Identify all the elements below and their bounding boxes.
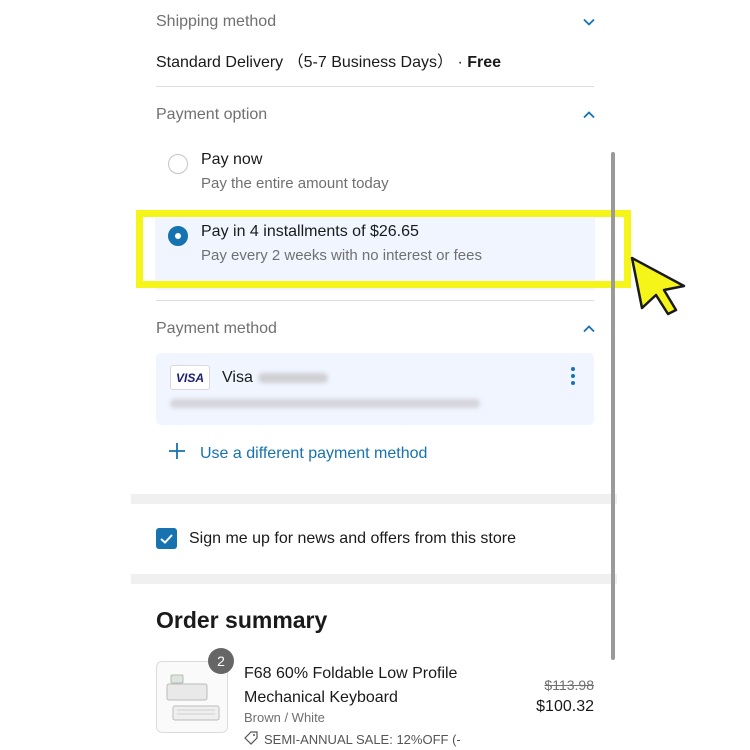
shipping-method-title: Shipping method <box>156 13 277 30</box>
chevron-down-icon[interactable] <box>582 15 596 29</box>
payment-option-title: Payment option <box>156 106 268 123</box>
section-separator <box>131 574 617 584</box>
card-brand: Visa <box>222 369 253 386</box>
more-options-icon[interactable] <box>570 367 576 385</box>
pay-now-subtitle: Pay the entire amount today <box>201 175 389 192</box>
newsletter-label: Sign me up for news and offers from this… <box>189 529 516 547</box>
redacted-card-number <box>258 373 328 383</box>
product-name: F68 60% Foldable Low Profile Mechanical … <box>244 665 458 706</box>
scrollbar[interactable] <box>611 152 615 660</box>
add-payment-method-label: Use a different payment method <box>200 444 428 462</box>
plus-icon <box>168 442 186 465</box>
payment-option-header[interactable]: Payment option <box>156 106 596 124</box>
discount-label: SEMI-ANNUAL SALE: 12%OFF (- <box>264 732 461 747</box>
shipping-price: Free <box>467 54 502 71</box>
chevron-up-icon[interactable] <box>582 108 596 122</box>
newsletter-checkbox[interactable] <box>156 528 177 549</box>
shipping-method-header[interactable]: Shipping method <box>156 13 596 31</box>
order-summary-title: Order summary <box>156 607 328 633</box>
original-price: $113.98 <box>544 677 594 693</box>
shipping-method-line: Standard Delivery （5-7 Business Days） · … <box>156 48 501 72</box>
pay-now-radio[interactable] <box>168 154 188 174</box>
checkout-page: Shipping method Standard Delivery （5-7 B… <box>0 0 750 750</box>
redacted-card-details <box>170 399 480 408</box>
quantity-badge: 2 <box>208 648 234 674</box>
shipping-separator: · <box>453 54 468 71</box>
newsletter-optin[interactable]: Sign me up for news and offers from this… <box>156 528 516 549</box>
payment-method-header[interactable]: Payment method <box>156 320 596 338</box>
shipping-method-name: Standard Delivery （5-7 Business Days） <box>156 54 454 71</box>
visa-logo-icon: VISA <box>170 365 210 390</box>
product-variant: Brown / White <box>244 710 325 725</box>
tag-icon <box>244 731 258 748</box>
divider <box>156 300 594 301</box>
discount-line: SEMI-ANNUAL SALE: 12%OFF (- <box>244 731 461 748</box>
pointer-cursor-icon <box>630 256 686 316</box>
section-separator <box>131 494 617 504</box>
highlight-box <box>136 210 631 288</box>
divider <box>156 86 594 87</box>
chevron-up-icon[interactable] <box>582 322 596 336</box>
add-payment-method-link[interactable]: Use a different payment method <box>168 442 427 465</box>
pay-now-title: Pay now <box>201 151 263 168</box>
saved-card[interactable]: VISA Visa <box>156 353 594 425</box>
sale-price: $100.32 <box>536 698 594 715</box>
payment-method-title: Payment method <box>156 320 277 337</box>
pay-now-option[interactable]: Pay now Pay the entire amount today <box>155 146 595 218</box>
